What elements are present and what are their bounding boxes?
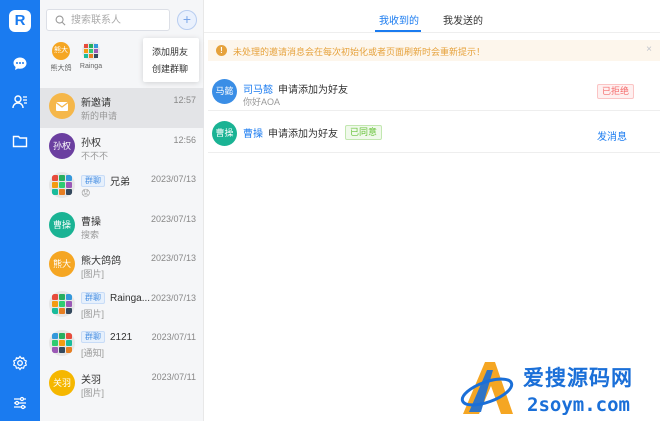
friend-request: 马懿 司马懿 申请添加为好友 你好AOA 已拒绝 [208,71,660,111]
warning-icon: ! [216,45,227,56]
conversation-time: 2023/07/13 [150,174,196,184]
close-icon[interactable]: × [646,44,652,55]
watermark-url: 2soym.com [527,394,630,416]
conversation-preview: [图片] [81,388,105,398]
group-avatar [82,42,100,60]
conversation-time: 12:57 [173,95,196,105]
conversation-preview: [图片] [81,309,105,319]
group-avatar [49,330,75,356]
conversation-name: 兄弟 [110,177,130,188]
search-icon [55,15,66,26]
group-avatar [49,172,75,198]
conversation-time: 2023/07/11 [151,372,196,382]
conversation-time: 12:56 [173,135,196,145]
add-menu: 添加朋友 创建群聊 [143,38,199,82]
pinned-contact[interactable]: 熊大 熊大鸽 [48,42,74,73]
envelope-icon [49,93,75,119]
pinned-contact[interactable]: Rainga [78,42,104,70]
warning-alert: ! 未处理的邀请消息会在每次初始化或者页面刷新时会重新提示！ × [208,40,660,61]
requester-name[interactable]: 曹操 [243,125,263,140]
request-action: 申请添加为好友 [268,129,338,140]
conversation-preview: 不不不 [81,151,109,161]
search-box[interactable] [46,9,170,31]
app-logo: R [9,10,31,32]
conversation-time: 2023/07/13 [150,214,196,224]
conversation-name: 新邀请 [81,98,111,109]
conversation-preview: [图片] [81,269,105,279]
settings-icon[interactable] [8,351,32,375]
watermark-text: 爱搜源码网 [523,367,633,390]
request-action: 申请添加为好友 [278,85,348,96]
conversation-item[interactable]: 孙权 孙权 不不不 12:56 [40,128,204,168]
conversation-name: 熊大鸽鸽 [81,256,121,267]
pinned-contact-label: 熊大鸽 [50,65,72,72]
conversation-time: 2023/07/13 [150,253,196,263]
chat-icon[interactable] [8,52,32,76]
group-tag: 群聊 [81,292,105,304]
watermark-emblem [460,362,514,414]
conversation-preview: 搜索 [81,230,100,240]
tab-received[interactable]: 我收到的 [379,12,419,27]
pinned-contact-label: Rainga [79,63,103,70]
avatar: 熊大 [49,251,75,277]
tab-sent[interactable]: 我发送的 [443,12,483,27]
avatar: 曹操 [49,212,75,238]
avatar: 马懿 [212,79,237,104]
send-message-link[interactable]: 发消息 [597,128,627,143]
conversation-preview: 新的申请 [81,111,118,121]
group-tag: 群聊 [81,331,105,343]
group-avatar [49,291,75,317]
avatar: 关羽 [49,370,75,396]
friend-request: 曹操 曹操 申请添加为好友 已同意 发消息 [208,113,660,153]
conversation-preview: 😟 [81,188,91,198]
conversation-item[interactable]: 群聊 2121 [通知] 2023/07/11 [40,325,204,365]
menu-item-create-group[interactable]: 创建群聊 [143,61,199,78]
conversation-name: 孙权 [81,138,101,149]
avatar: 孙权 [49,133,75,159]
conversation-name: 2121 [110,331,133,343]
conversation-item[interactable]: 熊大 熊大鸽鸽 [图片] 2023/07/13 [40,246,204,286]
contacts-icon[interactable] [8,90,32,114]
status-badge-rejected: 已拒绝 [597,84,635,99]
conversation-name: 曹操 [81,217,101,228]
status-badge-accepted: 已同意 [345,125,383,140]
conversation-time: 2023/07/11 [151,332,196,342]
alert-text: 未处理的邀请消息会在每次初始化或者页面刷新时会重新提示！ [233,47,486,57]
conversation-item[interactable]: 关羽 关羽 [图片] 2023/07/11 [40,365,204,405]
search-input[interactable] [71,13,165,27]
request-message: 你好AOA [243,97,281,107]
conversation-item[interactable]: 曹操 曹操 搜索 2023/07/13 [40,207,204,247]
avatar: 曹操 [212,121,237,146]
conversation-name: Rainga... [110,292,151,304]
conversation-preview: [通知] [81,348,105,358]
conversation-time: 2023/07/13 [150,293,196,303]
conversation-item[interactable]: 群聊 Rainga... [图片] 2023/07/13 [40,286,204,326]
requester-name[interactable]: 司马懿 [243,81,273,96]
watermark-logo: 爱搜源码网 2soym.com [455,356,660,421]
conversation-name: 关羽 [81,375,101,386]
add-button[interactable]: + [177,10,197,30]
menu-item-add-friend[interactable]: 添加朋友 [143,44,199,61]
conversation-item-new-invites[interactable]: 新邀请 新的申请 12:57 [40,88,204,128]
app-rail: R [0,0,40,421]
sliders-icon[interactable] [8,391,32,415]
avatar: 熊大 [52,42,70,60]
folder-icon[interactable] [8,129,32,153]
conversation-item[interactable]: 群聊 兄弟 😟 2023/07/13 [40,167,204,207]
group-tag: 群聊 [81,174,105,187]
tab-active-indicator [375,30,421,32]
tab-bar: 我收到的 我发送的 [204,0,660,33]
